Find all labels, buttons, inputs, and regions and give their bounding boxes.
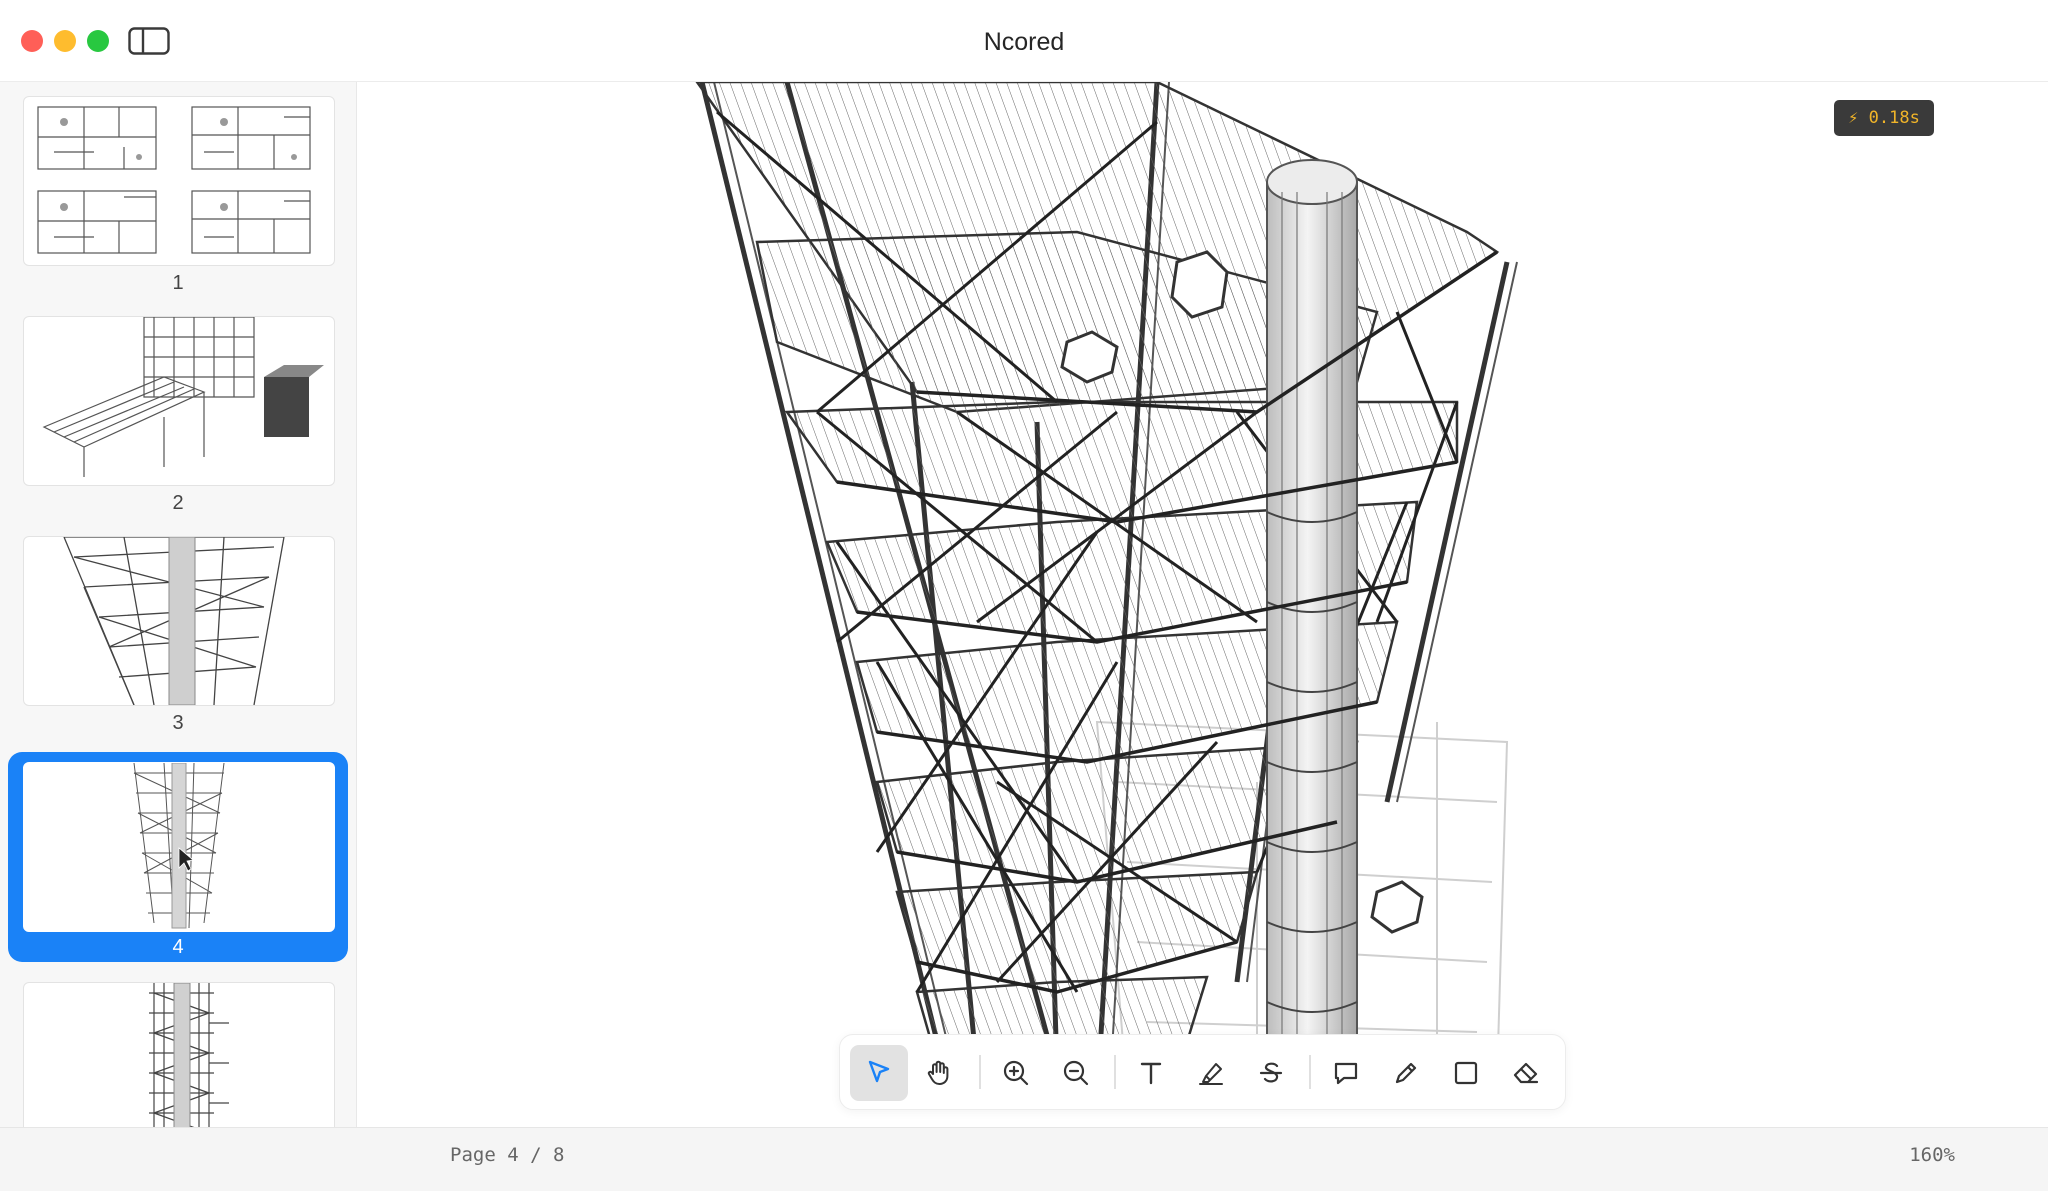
select-tool-button[interactable] [850, 1045, 908, 1101]
toolbar-divider [979, 1055, 981, 1089]
page-thumbnail-5[interactable] [8, 982, 348, 1127]
text-icon [1140, 1062, 1162, 1085]
render-time-badge: ⚡ 0.18s [1834, 100, 1934, 136]
text-tool-button[interactable] [1122, 1045, 1180, 1101]
status-bar: Page 4 / 8 160% [0, 1127, 2048, 1191]
eraser-tool-button[interactable] [1497, 1045, 1555, 1101]
page-indicator: Page 4 / 8 [450, 1144, 565, 1166]
annotation-toolbar [839, 1034, 1566, 1110]
page-number-label: 2 [172, 492, 184, 514]
thumbnail-preview [23, 316, 335, 486]
pan-tool-button[interactable] [910, 1045, 968, 1101]
hand-icon [927, 1060, 949, 1085]
thumbnail-preview [23, 536, 335, 706]
zoom-in-icon [1003, 1060, 1029, 1086]
page-thumbnail-2[interactable]: 2 [8, 316, 348, 516]
toolbar-divider [1114, 1055, 1116, 1089]
thumbnail-preview [23, 762, 335, 932]
zoom-out-icon [1063, 1060, 1089, 1086]
square-icon [1454, 1061, 1478, 1085]
page-thumbnail-4-selected[interactable]: 4 [8, 752, 348, 962]
rectangle-tool-button[interactable] [1437, 1045, 1495, 1101]
strikethrough-tool-button[interactable] [1242, 1045, 1300, 1101]
page-number-label: 1 [172, 272, 184, 294]
highlighter-icon [1199, 1063, 1223, 1085]
strikethrough-icon [1259, 1062, 1283, 1083]
cursor-arrow-icon [868, 1060, 890, 1083]
tower-structure-drawing [695, 82, 1518, 1103]
zoom-out-button[interactable] [1047, 1045, 1105, 1101]
comment-tool-button[interactable] [1317, 1045, 1375, 1101]
page-thumbnail-3[interactable]: 3 [8, 536, 348, 736]
zoom-in-button[interactable] [987, 1045, 1045, 1101]
toolbar-divider [1309, 1055, 1311, 1089]
title-bar: Ncored [0, 0, 2048, 82]
highlight-tool-button[interactable] [1182, 1045, 1240, 1101]
speech-bubble-icon [1334, 1062, 1358, 1085]
thumbnail-preview [23, 96, 335, 266]
thumbnail-preview [23, 982, 335, 1127]
pencil-icon [1395, 1062, 1417, 1084]
page-number-label: 4 [172, 936, 184, 958]
zoom-level[interactable]: 160% [1909, 1144, 1955, 1166]
page-thumbnail-1[interactable]: 1 [8, 96, 348, 296]
draw-tool-button[interactable] [1377, 1045, 1435, 1101]
window-title: Ncored [983, 28, 1065, 56]
page-thumbnail-sidebar: 1 2 3 4 [0, 82, 357, 1127]
page-number-label: 3 [172, 712, 184, 734]
document-canvas[interactable] [357, 82, 2048, 1127]
eraser-icon [1513, 1062, 1539, 1084]
